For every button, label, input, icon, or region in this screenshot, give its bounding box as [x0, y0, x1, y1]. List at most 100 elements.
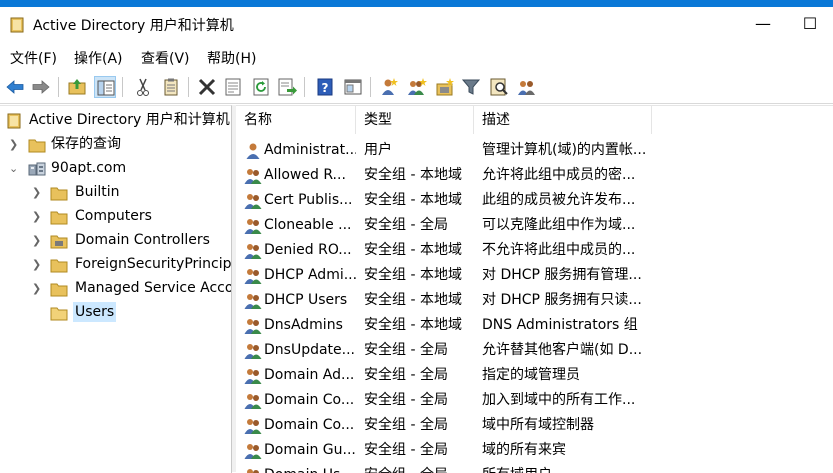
cell-name: Domain Gu... [264, 442, 356, 458]
table-row[interactable]: Domain Ad... 安全组 - 全局 指定的域管理员 [236, 363, 833, 388]
table-row[interactable]: Domain Co... 安全组 - 全局 域中所有域控制器 [236, 413, 833, 438]
table-row[interactable]: DHCP Users 安全组 - 本地域 对 DHCP 服务拥有只读... [236, 288, 833, 313]
minimize-button[interactable]: — [740, 7, 786, 43]
new-user-icon[interactable] [378, 76, 400, 98]
cell-type: 安全组 - 全局 [364, 442, 448, 458]
navigation-tree: Active Directory 用户和计算机 ❯ 保存的查询 ⌄ 90apt.… [0, 105, 232, 473]
menu-help[interactable]: 帮助(H) [207, 48, 256, 68]
table-row[interactable]: DHCP Admi... 安全组 - 本地域 对 DHCP 服务拥有管理... [236, 263, 833, 288]
chevron-right-icon[interactable]: ❯ [32, 229, 42, 253]
properties-icon[interactable] [222, 76, 244, 98]
column-header-description[interactable]: 描述 [474, 106, 652, 134]
delete-icon[interactable] [196, 76, 218, 98]
table-row[interactable]: DnsAdmins 安全组 - 本地域 DNS Administrators 组 [236, 313, 833, 338]
group-icon [244, 317, 262, 334]
menu-action[interactable]: 操作(A) [74, 48, 123, 68]
cell-type: 安全组 - 全局 [364, 392, 448, 408]
table-row[interactable]: Domain Gu... 安全组 - 全局 域的所有来宾 [236, 438, 833, 463]
group-icon [244, 467, 262, 473]
refresh-icon[interactable] [250, 76, 272, 98]
table-row[interactable]: DnsUpdate... 安全组 - 全局 允许替其他客户端(如 D... [236, 338, 833, 363]
table-row[interactable]: Allowed R... 安全组 - 本地域 允许将此组中成员的密... [236, 163, 833, 188]
cell-type: 安全组 - 本地域 [364, 192, 462, 208]
cell-type: 安全组 - 本地域 [364, 292, 462, 308]
tree-item-label: 保存的查询 [51, 136, 121, 152]
cell-description: 对 DHCP 服务拥有只读... [482, 292, 642, 308]
chevron-right-icon[interactable]: ❯ [32, 181, 42, 205]
cell-description: 允许将此组中成员的密... [482, 167, 636, 183]
title-bar[interactable]: Active Directory 用户和计算机 — ☐ [0, 7, 833, 43]
new-ou-icon[interactable] [434, 76, 456, 98]
folder-icon [50, 307, 68, 321]
domain-icon [28, 162, 46, 176]
up-folder-icon[interactable] [66, 76, 88, 98]
tree-item-label: Computers [75, 208, 152, 224]
tree-item-label: Domain Controllers [75, 232, 210, 248]
cell-description: 允许替其他客户端(如 D... [482, 342, 643, 358]
table-row[interactable]: Administrat... 用户 管理计算机(域)的内置帐... [236, 138, 833, 163]
folder-icon [50, 211, 68, 225]
ou-folder-icon [50, 235, 68, 249]
cell-name: Cloneable ... [264, 217, 352, 233]
group-icon [244, 292, 262, 309]
cell-type: 安全组 - 本地域 [364, 167, 462, 183]
cell-name: Denied RO... [264, 242, 352, 258]
copy-icon[interactable] [160, 76, 182, 98]
show-hide-tree-icon[interactable] [94, 76, 116, 98]
toolbar-separator [58, 77, 59, 97]
table-row[interactable]: Domain Co... 安全组 - 全局 加入到域中的所有工作... [236, 388, 833, 413]
menu-bar: 文件(F) 操作(A) 查看(V) 帮助(H) [0, 43, 833, 70]
cell-description: 指定的域管理员 [482, 367, 580, 383]
cell-description: 加入到域中的所有工作... [482, 392, 636, 408]
find-icon[interactable] [488, 76, 510, 98]
chevron-right-icon[interactable]: ❯ [32, 277, 42, 301]
user-icon [244, 142, 262, 159]
console-icon[interactable] [342, 76, 364, 98]
maximize-button[interactable]: ☐ [787, 7, 833, 43]
cell-name: DnsAdmins [264, 317, 343, 333]
cell-description: 对 DHCP 服务拥有管理... [482, 267, 642, 283]
tree-item-label: Users [73, 302, 117, 322]
chevron-right-icon[interactable]: ❯ [32, 205, 42, 229]
forward-arrow-icon[interactable] [30, 76, 52, 98]
cell-description: 此组的成员被允许发布... [482, 192, 636, 208]
folder-icon [50, 283, 68, 297]
cell-name: DHCP Users [264, 292, 348, 308]
cell-type: 安全组 - 全局 [364, 367, 448, 383]
chevron-down-icon[interactable]: ⌄ [9, 157, 19, 181]
window-top-border [0, 0, 833, 7]
cell-name: DHCP Admi... [264, 267, 356, 283]
tree-item-label: ForeignSecurityPrincipals [75, 256, 232, 272]
toolbar-separator [304, 77, 305, 97]
filter-icon[interactable] [460, 76, 482, 98]
object-list: 名称 类型 描述 Administrat... 用户 管理计算机(域)的内置帐...… [236, 105, 833, 473]
table-row[interactable]: Cloneable ... 安全组 - 全局 可以克隆此组中作为域... [236, 213, 833, 238]
chevron-right-icon[interactable]: ❯ [9, 133, 19, 157]
table-row[interactable]: Cert Publis... 安全组 - 本地域 此组的成员被允许发布... [236, 188, 833, 213]
cell-description: 域中所有域控制器 [482, 417, 594, 433]
chevron-right-icon[interactable]: ❯ [32, 253, 42, 277]
toolbar-separator [370, 77, 371, 97]
column-header-type[interactable]: 类型 [356, 106, 474, 134]
menu-file[interactable]: 文件(F) [10, 48, 57, 68]
toolbar-separator [188, 77, 189, 97]
group-icon [244, 417, 262, 434]
cut-icon[interactable] [132, 76, 154, 98]
table-row[interactable]: Denied RO... 安全组 - 本地域 不允许将此组中成员的... [236, 238, 833, 263]
column-header-name[interactable]: 名称 [236, 106, 356, 134]
help-icon[interactable]: ? [314, 76, 336, 98]
cell-name: Administrat... [264, 142, 356, 158]
cell-name: DnsUpdate... [264, 342, 355, 358]
back-arrow-icon[interactable] [4, 76, 26, 98]
export-list-icon[interactable] [276, 76, 298, 98]
group-icon [244, 442, 262, 459]
cell-type: 用户 [364, 142, 392, 158]
new-group-icon[interactable] [406, 76, 428, 98]
cell-type: 安全组 - 本地域 [364, 317, 462, 333]
toolbar: ? [0, 71, 833, 104]
folder-icon [50, 259, 68, 273]
add-to-group-icon[interactable] [516, 76, 538, 98]
group-icon [244, 217, 262, 234]
folder-icon [28, 139, 46, 153]
menu-view[interactable]: 查看(V) [141, 48, 190, 68]
